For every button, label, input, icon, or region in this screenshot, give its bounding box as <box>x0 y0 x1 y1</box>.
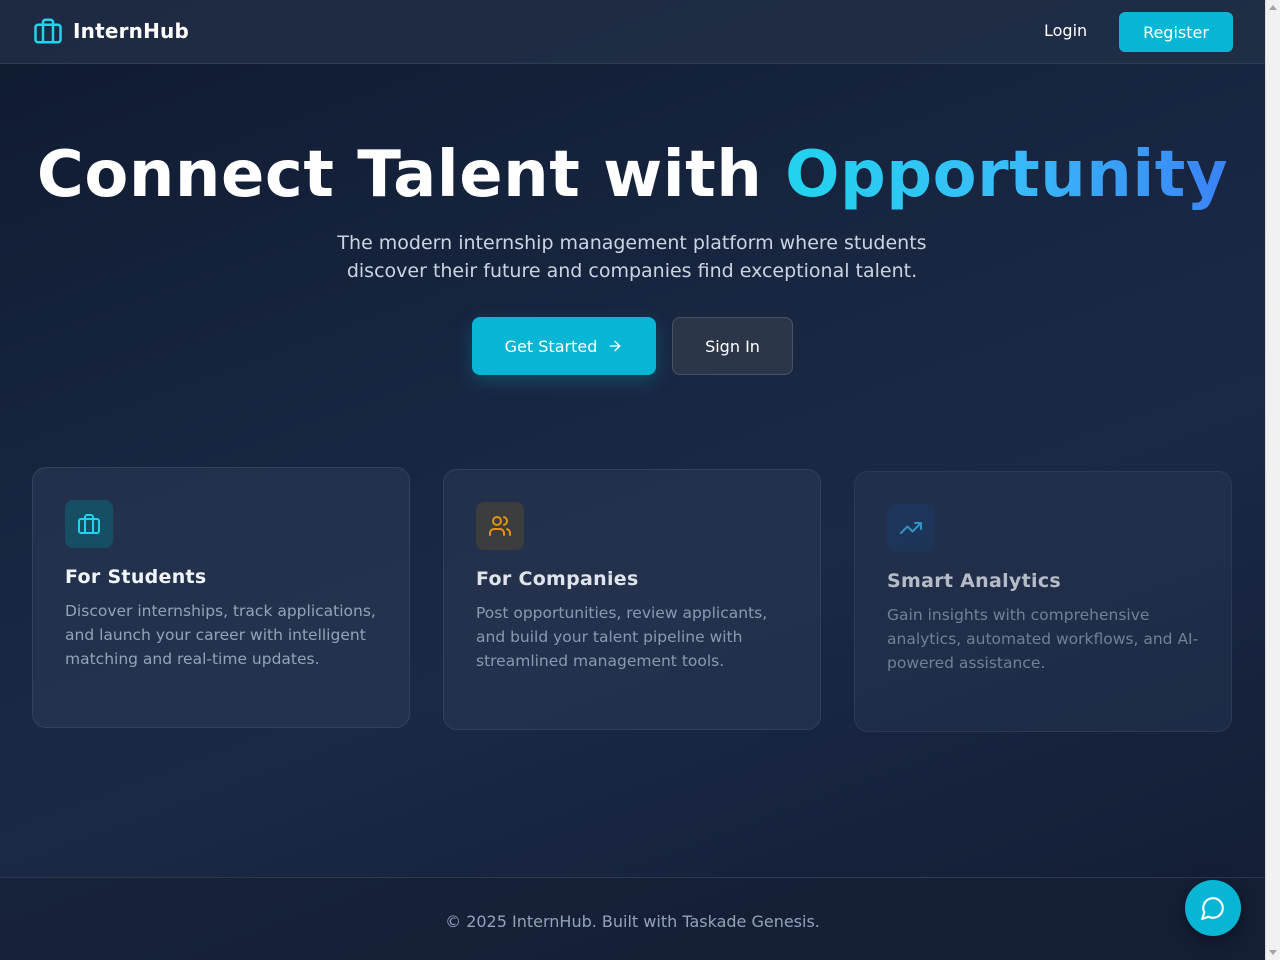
get-started-label: Get Started <box>504 336 598 356</box>
hero-title: Connect Talent with Opportunity <box>0 138 1265 212</box>
feature-description: Post opportunities, review applicants, a… <box>476 604 768 670</box>
top-navbar: InternHub Login Register <box>0 0 1265 64</box>
feature-icon-box <box>65 500 113 548</box>
feature-description: Discover internships, track applications… <box>65 602 376 668</box>
scroll-up-arrow-icon[interactable] <box>1269 5 1277 10</box>
feature-icon-box <box>476 502 524 550</box>
register-button[interactable]: Register <box>1119 12 1233 52</box>
brand-logo[interactable]: InternHub <box>33 16 189 46</box>
feature-title: Smart Analytics <box>887 570 1061 592</box>
feature-card-students: For Students Discover internships, track… <box>32 467 410 728</box>
footer: © 2025 InternHub. Built with Taskade Gen… <box>0 877 1265 960</box>
feature-title: For Students <box>65 566 207 588</box>
landing-page: InternHub Login Register Connect Talent … <box>0 0 1265 960</box>
feature-card-companies: For Companies Post opportunities, review… <box>443 469 821 730</box>
users-icon <box>489 516 511 536</box>
vertical-scrollbar[interactable] <box>1265 0 1280 960</box>
trending-up-icon <box>900 522 922 534</box>
briefcase-icon <box>78 514 100 534</box>
chat-bubble-icon <box>1201 897 1224 920</box>
scroll-down-arrow-icon[interactable] <box>1269 950 1277 955</box>
feature-card-analytics: Smart Analytics Gain insights with compr… <box>854 471 1232 732</box>
feature-icon-box <box>887 504 935 552</box>
arrow-right-icon <box>610 340 621 352</box>
briefcase-icon <box>34 18 62 44</box>
footer-copyright: © 2025 InternHub. Built with Taskade Gen… <box>445 912 820 931</box>
brand-name: InternHub <box>73 19 189 43</box>
login-link[interactable]: Login <box>1044 21 1087 40</box>
feature-description: Gain insights with comprehensive analyti… <box>887 606 1199 672</box>
hero-subtitle: The modern internship management platfor… <box>337 232 927 282</box>
feature-title: For Companies <box>476 568 639 590</box>
get-started-button[interactable]: Get Started <box>472 317 656 375</box>
sign-in-button[interactable]: Sign In <box>672 317 793 375</box>
hero-title-plain: Connect Talent with <box>36 138 786 212</box>
hero-title-accent: Opportunity <box>785 138 1229 212</box>
chat-button[interactable] <box>1185 880 1241 936</box>
